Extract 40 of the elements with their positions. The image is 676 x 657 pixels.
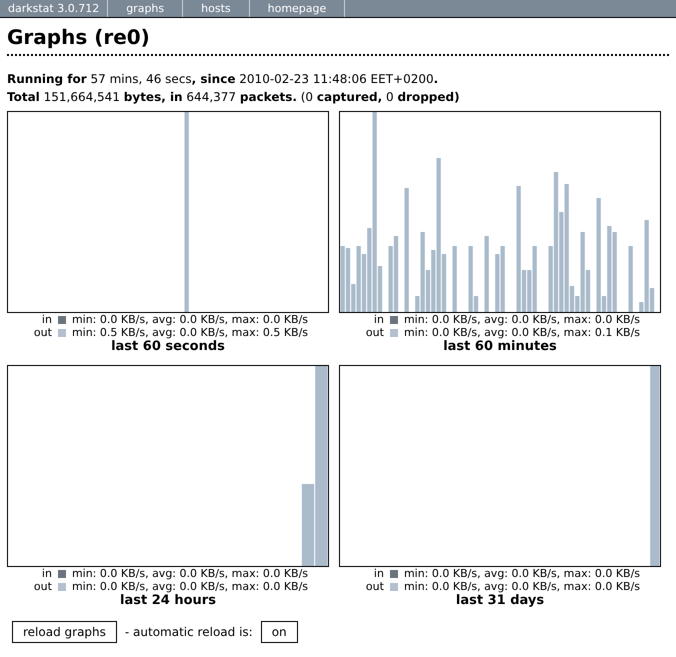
legend-swatch-icon [58,582,66,590]
legend-stats: min: 0.0 KB/s, avg: 0.0 KB/s, max: 0.1 KB/s [404,326,640,339]
legend-swatch-icon [390,582,398,590]
graph-caption: last 31 days [454,593,546,609]
graph-bar [452,246,457,312]
legend-label: in [372,567,384,580]
legend-swatch-icon [390,316,398,324]
legend-stats: min: 0.0 KB/s, avg: 0.0 KB/s, max: 0.0 KB/s [72,313,308,326]
legend-stats: min: 0.0 KB/s, avg: 0.0 KB/s, max: 0.0 KB/s [404,313,640,326]
legend-label: out [364,580,384,593]
graph-bar [628,246,633,312]
legend-swatch-icon [58,570,66,578]
legend-stats: min: 0.0 KB/s, avg: 0.0 KB/s, max: 0.0 KB/s [72,567,308,580]
reload-button[interactable]: reload graphs [12,621,117,643]
auto-reload-label: - automatic reload is: [124,624,253,641]
page-title: Graphs (re0) [7,22,669,56]
legend-swatch-icon [58,316,66,324]
legend-swatch-icon [390,328,398,336]
legend-label: out [32,326,52,339]
legend-swatch-icon [390,570,398,578]
legend-stats: min: 0.5 KB/s, avg: 0.0 KB/s, max: 0.5 KB/s [72,326,308,339]
nav-link-item[interactable]: homepage [250,0,346,17]
legend-label: in [40,567,52,580]
summary-line: Running for 57 mins, 46 secs, since 2010-02-23 11:48:06 EET+0200. [7,71,440,88]
legend-stats: min: 0.0 KB/s, avg: 0.0 KB/s, max: 0.0 KB/s [404,580,640,593]
legend-label: in [40,313,52,326]
summary-line: Total 151,664,541 bytes, in 644,377 packets. (0 captured, 0 dropped) [7,89,461,106]
auto-reload-toggle[interactable]: on [260,621,298,643]
nav-link-item[interactable]: hosts [183,0,250,17]
graph-caption: last 24 hours [119,593,217,609]
legend-stats: min: 0.0 KB/s, avg: 0.0 KB/s, max: 0.0 KB/s [404,567,640,580]
legend-label: out [364,326,384,339]
legend-swatch-icon [58,328,66,336]
legend-label: in [372,313,384,326]
app-name[interactable]: darkstat 3.0.712 [0,0,108,17]
graph-caption: last 60 seconds [110,339,226,355]
legend-label: out [32,580,52,593]
legend-stats: min: 0.0 KB/s, avg: 0.0 KB/s, max: 0.0 KB/s [72,580,308,593]
graph-caption: last 60 minutes [442,339,558,355]
nav-link-item[interactable]: graphs [108,0,184,17]
